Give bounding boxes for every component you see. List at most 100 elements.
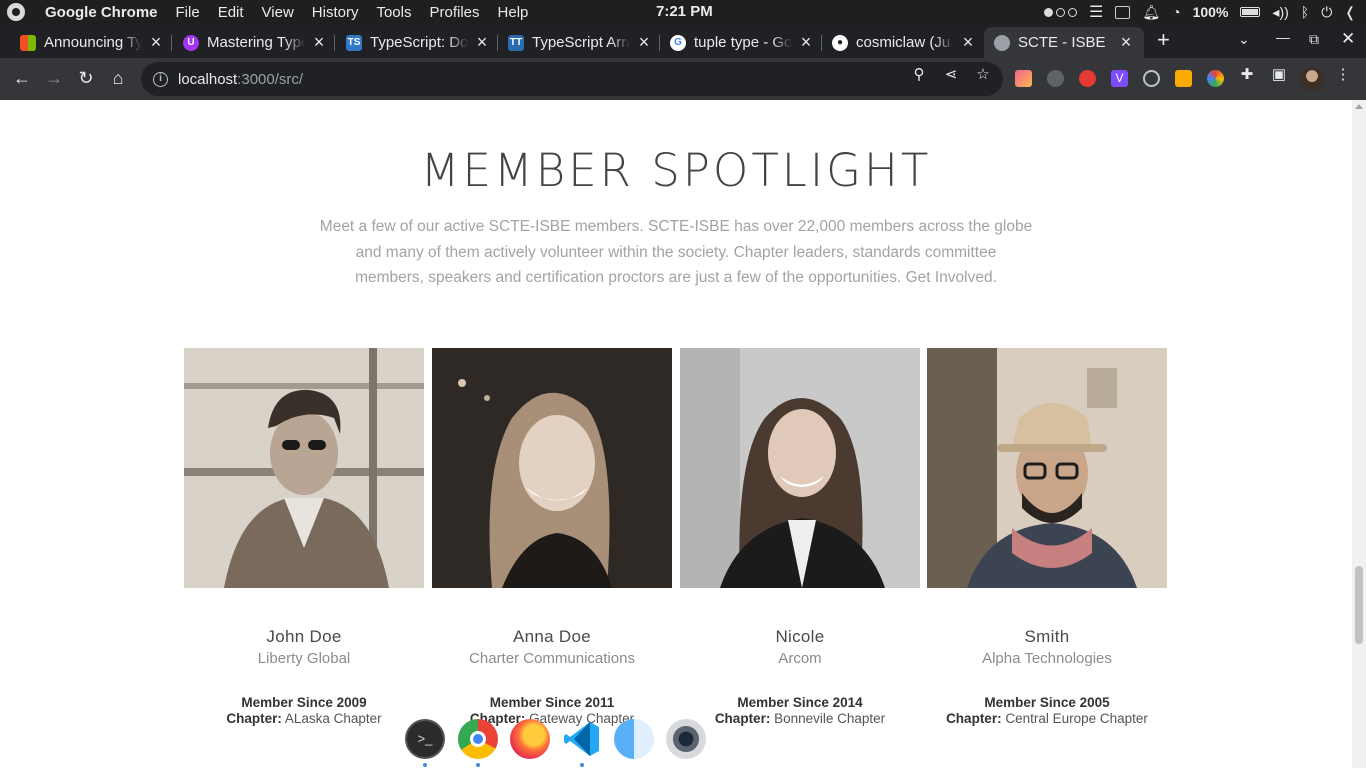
workspace-dots-icon[interactable] xyxy=(1044,7,1078,17)
chapter-label: Chapter: xyxy=(946,711,1002,726)
status-area: ☰ 🔔︎ ◔ 100% ◂)) ᛒ ⏻ ❬ xyxy=(1044,0,1356,24)
vscode-icon[interactable] xyxy=(562,719,602,759)
bookmark-star-icon[interactable]: ☆ xyxy=(975,67,991,83)
battery-label: 100% xyxy=(1192,4,1229,20)
page-viewport: MEMBER SPOTLIGHT Meet a few of our activ… xyxy=(0,100,1352,768)
menu-help[interactable]: Help xyxy=(498,4,529,21)
url-text[interactable]: localhost:3000/src/ xyxy=(178,71,303,88)
extensions-puzzle-icon[interactable]: ✚ xyxy=(1239,67,1255,83)
tab-search-chevron-icon[interactable]: ⌄ xyxy=(1238,31,1250,48)
extension-gradient-icon[interactable] xyxy=(1015,70,1032,87)
profile-avatar[interactable] xyxy=(1300,67,1324,91)
finder-icon[interactable] xyxy=(614,719,654,759)
clock[interactable]: 7:21 PM xyxy=(656,3,713,20)
tab-typescript-arrays[interactable]: TT TypeScript Arrays × xyxy=(508,27,652,58)
extension-note-icon[interactable] xyxy=(1175,70,1192,87)
system-menubar: Google Chrome File Edit View History Too… xyxy=(0,0,1366,24)
chapter-label: Chapter: xyxy=(226,711,282,726)
app-name-menu[interactable]: Google Chrome xyxy=(45,4,158,21)
close-tab-icon[interactable]: × xyxy=(960,32,976,53)
chrome-menu-icon[interactable]: ⋮ xyxy=(1335,67,1351,83)
member-photo[interactable] xyxy=(432,348,672,588)
tab-scte-isbe[interactable]: SCTE - ISBE × xyxy=(984,27,1144,58)
tab-separator xyxy=(334,35,335,51)
close-tab-icon[interactable]: × xyxy=(148,32,164,53)
tab-title: Mastering TypeScript xyxy=(207,34,305,51)
scroll-up-arrow-icon[interactable] xyxy=(1355,104,1363,109)
scrollbar-thumb[interactable] xyxy=(1355,566,1363,644)
site-info-icon[interactable]: i xyxy=(153,71,168,87)
sidebar-toggle-icon[interactable]: ❬ xyxy=(1344,4,1356,21)
bell-icon[interactable]: 🔔︎ xyxy=(1142,4,1160,21)
apple-menu-icon[interactable] xyxy=(7,3,25,21)
camera-icon[interactable] xyxy=(666,719,706,759)
github-logo-icon: ● xyxy=(832,34,848,51)
chrome-center-icon xyxy=(470,731,486,747)
extension-glasses-icon[interactable] xyxy=(1047,70,1064,87)
member-photo[interactable] xyxy=(184,348,424,588)
page-scrollbar[interactable] xyxy=(1352,100,1366,768)
globe-icon xyxy=(994,34,1010,51)
tab-separator xyxy=(497,35,498,51)
reload-button[interactable]: ↻ xyxy=(75,67,97,89)
side-panel-icon[interactable]: ▣ xyxy=(1271,67,1287,83)
menu-list-icon[interactable]: ☰ xyxy=(1089,2,1103,22)
chapter-value: Central Europe Chapter xyxy=(1005,711,1148,726)
dock-running-indicator xyxy=(580,763,584,767)
member-photo[interactable] xyxy=(680,348,920,588)
close-tab-icon[interactable]: × xyxy=(636,32,652,53)
menu-edit[interactable]: Edit xyxy=(218,4,244,21)
tab-separator xyxy=(659,35,660,51)
share-icon[interactable]: ⋖ xyxy=(943,67,959,83)
menu-history[interactable]: History xyxy=(312,4,359,21)
new-tab-button[interactable]: + xyxy=(1157,29,1170,51)
power-icon[interactable]: ⏻ xyxy=(1321,4,1332,21)
tab-tuple-type-google[interactable]: G tuple type - Google × xyxy=(670,27,814,58)
section-intro: Meet a few of our active SCTE-ISBE membe… xyxy=(310,214,1042,291)
extension-color-icon[interactable] xyxy=(1207,70,1224,87)
dock-running-indicator xyxy=(476,763,480,767)
close-tab-icon[interactable]: × xyxy=(798,32,814,53)
menu-tools[interactable]: Tools xyxy=(376,4,411,21)
browser-toolbar: ← → ↻ ⌂ i localhost:3000/src/ ⚲ ⋖ ☆ V ✚ … xyxy=(0,58,1366,100)
battery-icon[interactable] xyxy=(1240,7,1261,17)
member-photo[interactable] xyxy=(927,348,1167,588)
back-button[interactable]: ← xyxy=(11,67,33,89)
close-tab-icon[interactable]: × xyxy=(474,32,490,53)
close-tab-icon[interactable]: × xyxy=(1118,32,1134,53)
restore-window-button[interactable]: ⧉ xyxy=(1309,31,1319,48)
close-window-button[interactable]: ✕ xyxy=(1341,29,1355,49)
tab-separator xyxy=(171,35,172,51)
extension-target-icon[interactable] xyxy=(1143,70,1160,87)
address-bar[interactable]: i localhost:3000/src/ xyxy=(141,62,1003,96)
tab-mastering-typescript[interactable]: U Mastering TypeScript × xyxy=(183,27,327,58)
firefox-icon[interactable] xyxy=(510,719,550,759)
volume-icon[interactable]: ◂)) xyxy=(1272,4,1288,21)
menu-profiles[interactable]: Profiles xyxy=(430,4,480,21)
extension-v-icon[interactable]: V xyxy=(1111,70,1128,87)
tab-announcing-typescript[interactable]: Announcing TypeScript × xyxy=(20,27,164,58)
extension-hand-icon[interactable] xyxy=(1079,70,1096,87)
tab-title: TypeScript Arrays xyxy=(532,34,630,51)
member-card: John Doe Liberty Global Member Since 200… xyxy=(184,348,424,726)
forward-button[interactable]: → xyxy=(43,67,65,89)
udemy-logo-icon: U xyxy=(183,34,199,51)
chrome-icon[interactable] xyxy=(458,719,498,759)
member-company: Alpha Technologies xyxy=(982,650,1112,667)
menu-view[interactable]: View xyxy=(262,4,294,21)
menu-file[interactable]: File xyxy=(176,4,200,21)
terminal-icon[interactable]: >_ xyxy=(405,719,445,759)
bluetooth-icon[interactable]: ᛒ xyxy=(1301,4,1309,20)
typescript-logo-icon: TS xyxy=(346,34,362,51)
home-button[interactable]: ⌂ xyxy=(107,67,129,89)
tt-logo-icon: TT xyxy=(508,34,524,51)
close-tab-icon[interactable]: × xyxy=(311,32,327,53)
tab-cosmiclaw-github[interactable]: ● cosmiclaw (Ju × xyxy=(832,27,976,58)
wifi-icon[interactable]: ◔ xyxy=(1172,4,1180,20)
tab-title: Announcing TypeScript xyxy=(44,34,142,51)
zoom-icon[interactable]: ⚲ xyxy=(911,67,927,83)
folder-icon[interactable] xyxy=(1115,5,1131,19)
chapter-value: ALaska Chapter xyxy=(284,711,382,726)
minimize-window-button[interactable]: — xyxy=(1276,29,1290,45)
tab-typescript-documentation[interactable]: TS TypeScript: Documentation × xyxy=(346,27,490,58)
